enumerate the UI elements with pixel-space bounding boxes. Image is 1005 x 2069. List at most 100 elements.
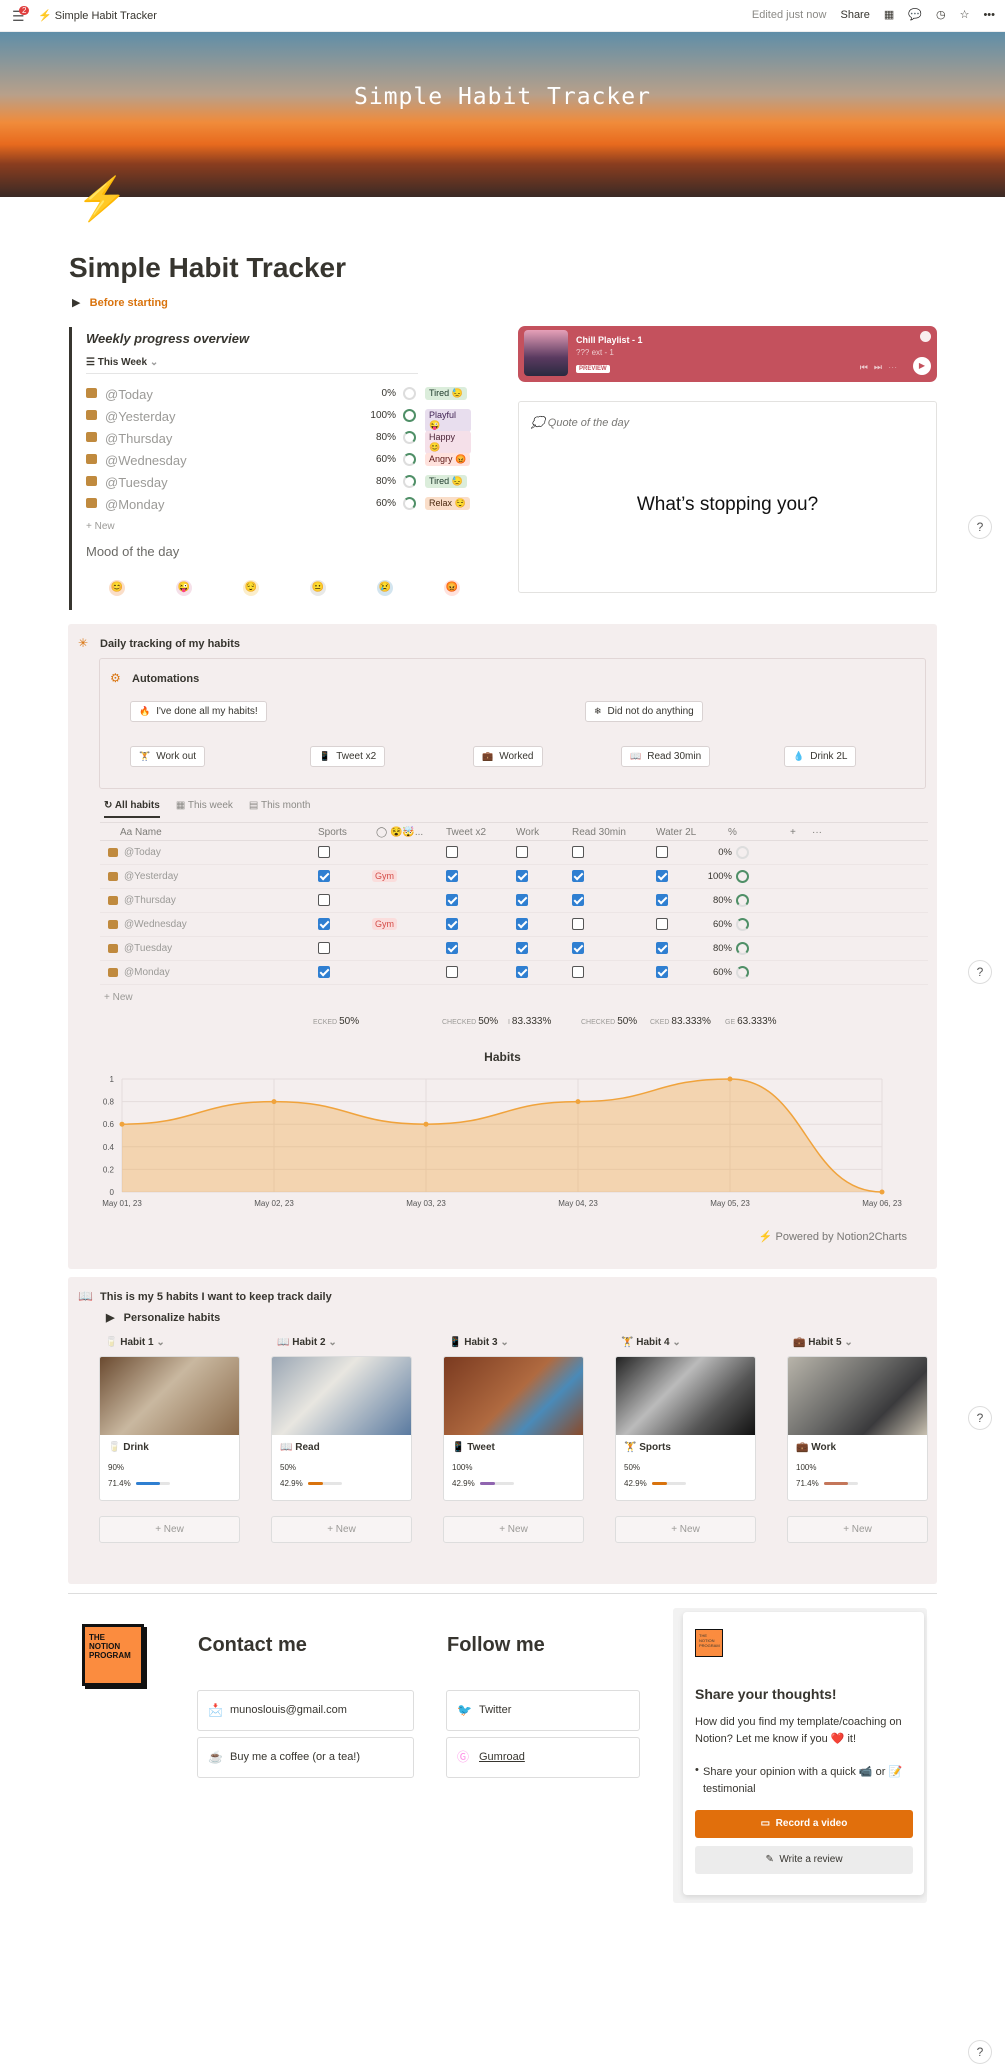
list-item[interactable]: @Thursday 80% Happy 😊: [86, 430, 471, 454]
angry-mood-icon[interactable]: 😡: [444, 580, 460, 596]
table-row[interactable]: @Yesterday Gym 100%: [100, 865, 928, 889]
calc-work[interactable]: I 83.333%: [508, 1016, 551, 1027]
more-icon[interactable]: •••: [983, 9, 995, 21]
water-checkbox[interactable]: [656, 966, 668, 978]
email-link[interactable]: 📩 munoslouis@gmail.com: [197, 1690, 414, 1731]
done-all-button[interactable]: 🔥 I've done all my habits!: [130, 701, 267, 722]
list-item[interactable]: @Today 0% Tired 😓: [86, 386, 471, 406]
playlist-embed[interactable]: Chill Playlist - 1 ??? ext - 1 PREVIEW ⏮…: [518, 326, 937, 382]
work-checkbox[interactable]: [516, 942, 528, 954]
sports-checkbox[interactable]: [318, 966, 330, 978]
table-row[interactable]: @Wednesday Gym 60%: [100, 913, 928, 937]
new-card-button[interactable]: + New: [615, 1516, 756, 1543]
water-checkbox[interactable]: [656, 870, 668, 882]
powered-by[interactable]: ⚡ Powered by Notion2Charts: [759, 1230, 907, 1243]
tweet-checkbox[interactable]: [446, 918, 458, 930]
playful-mood-icon[interactable]: 😜: [176, 580, 192, 596]
calc-tweet[interactable]: CHECKED 50%: [442, 1016, 498, 1027]
table-row[interactable]: @Tuesday 80%: [100, 937, 928, 961]
cover-image[interactable]: Simple Habit Tracker: [0, 32, 1005, 197]
habit-card[interactable]: 📖 Read 50% 42.9%: [271, 1356, 412, 1501]
work-out-button[interactable]: 🏋 Work out: [130, 746, 206, 767]
add-column-icon[interactable]: +: [790, 827, 796, 838]
sports-checkbox[interactable]: [318, 918, 330, 930]
habit-card[interactable]: 🥛 Drink 90% 71.4%: [99, 1356, 240, 1501]
water-checkbox[interactable]: [656, 846, 668, 858]
tweet-checkbox[interactable]: [446, 846, 458, 858]
comments-icon[interactable]: 💬: [908, 8, 922, 21]
work-checkbox[interactable]: [516, 846, 528, 858]
more-icon[interactable]: ···: [812, 827, 822, 838]
work-checkbox[interactable]: [516, 894, 528, 906]
column-header[interactable]: Sports: [318, 827, 347, 838]
work-checkbox[interactable]: [516, 870, 528, 882]
view-selector[interactable]: ☰ This Week ⌄: [86, 357, 420, 374]
list-item[interactable]: @Tuesday 80% Tired 😓: [86, 474, 471, 494]
habit-header[interactable]: 💼 Habit 5 ⌄: [793, 1337, 928, 1348]
tweet-checkbox[interactable]: [446, 942, 458, 954]
play-icon[interactable]: ▶: [913, 357, 931, 375]
sports-checkbox[interactable]: [318, 942, 330, 954]
history-icon[interactable]: ◷: [936, 8, 946, 21]
tweet-checkbox[interactable]: [446, 870, 458, 882]
drink-button[interactable]: 💧 Drink 2L: [784, 746, 857, 767]
calc-percent[interactable]: GE 63.333%: [725, 1016, 777, 1027]
new-card-button[interactable]: + New: [787, 1516, 928, 1543]
neutral-mood-icon[interactable]: 😐: [310, 580, 326, 596]
water-checkbox[interactable]: [656, 918, 668, 930]
tweet-button[interactable]: 📱 Tweet x2: [310, 746, 386, 767]
read-checkbox[interactable]: [572, 942, 584, 954]
tweet-checkbox[interactable]: [446, 966, 458, 978]
help-button[interactable]: ?: [968, 960, 992, 984]
habit-card[interactable]: 📱 Tweet 100% 42.9%: [443, 1356, 584, 1501]
help-button[interactable]: ?: [968, 1406, 992, 1430]
write-review-button[interactable]: ✎ Write a review: [695, 1846, 913, 1874]
habits-area-chart[interactable]: 0 0.2 0.4 0.6 0.8 1 May 01, 23 May 02, 23 May 03…: [96, 1072, 916, 1214]
coffee-link[interactable]: ☕ Buy me a coffee (or a tea!): [197, 1737, 414, 1778]
read-checkbox[interactable]: [572, 894, 584, 906]
calc-sports[interactable]: ECKED 50%: [313, 1016, 359, 1027]
table-row[interactable]: @Thursday 80%: [100, 889, 928, 913]
column-header[interactable]: Water 2L: [656, 827, 696, 838]
tab-this-month[interactable]: ▤ This month: [249, 800, 311, 818]
page-title[interactable]: Simple Habit Tracker: [69, 252, 346, 284]
habit-header[interactable]: 📖 Habit 2 ⌄: [277, 1337, 412, 1348]
list-item[interactable]: @Yesterday 100% Playful 😜: [86, 408, 471, 432]
layout-icon[interactable]: ▦: [884, 8, 894, 21]
spotify-icon[interactable]: [920, 331, 931, 342]
habit-header[interactable]: 📱 Habit 3 ⌄: [449, 1337, 584, 1348]
table-row[interactable]: @Monday 60%: [100, 961, 928, 985]
help-button[interactable]: ?: [968, 515, 992, 539]
calc-water[interactable]: CKED 83.333%: [650, 1016, 711, 1027]
tweet-checkbox[interactable]: [446, 894, 458, 906]
new-button[interactable]: + New: [86, 521, 115, 532]
habit-card[interactable]: 🏋 Sports 50% 42.9%: [615, 1356, 756, 1501]
twitter-link[interactable]: 🐦 Twitter: [446, 1690, 640, 1731]
before-starting-toggle[interactable]: ▶ Before starting: [72, 296, 168, 309]
new-card-button[interactable]: + New: [99, 1516, 240, 1543]
happy-mood-icon[interactable]: 😊: [109, 580, 125, 596]
work-checkbox[interactable]: [516, 918, 528, 930]
did-nothing-button[interactable]: ❄ Did not do anything: [585, 701, 703, 722]
water-checkbox[interactable]: [656, 894, 668, 906]
playback-controls[interactable]: ⏮⏭⋯: [860, 362, 903, 373]
column-header[interactable]: Work: [516, 827, 539, 838]
table-row[interactable]: @Today 0%: [100, 841, 928, 865]
list-item[interactable]: @Monday 60% Relax 😌: [86, 496, 471, 516]
favorite-icon[interactable]: ☆: [960, 8, 970, 21]
read-button[interactable]: 📖 Read 30min: [621, 746, 711, 767]
habit-card[interactable]: 💼 Work 100% 71.4%: [787, 1356, 928, 1501]
gumroad-link[interactable]: Ⓖ Gumroad: [446, 1737, 640, 1778]
tab-this-week[interactable]: ▦ This week: [176, 800, 233, 818]
tab-all-habits[interactable]: ↻ All habits: [104, 800, 160, 818]
read-checkbox[interactable]: [572, 870, 584, 882]
personalize-toggle[interactable]: ▶ Personalize habits: [106, 1311, 220, 1324]
habit-header[interactable]: 🏋 Habit 4 ⌄: [621, 1337, 756, 1348]
breadcrumb[interactable]: ⚡ Simple Habit Tracker: [38, 9, 157, 22]
column-header[interactable]: Tweet x2: [446, 827, 486, 838]
read-checkbox[interactable]: [572, 846, 584, 858]
read-checkbox[interactable]: [572, 966, 584, 978]
column-header[interactable]: %: [728, 827, 737, 838]
habit-header[interactable]: 🥛 Habit 1 ⌄: [105, 1337, 240, 1348]
sports-checkbox[interactable]: [318, 870, 330, 882]
